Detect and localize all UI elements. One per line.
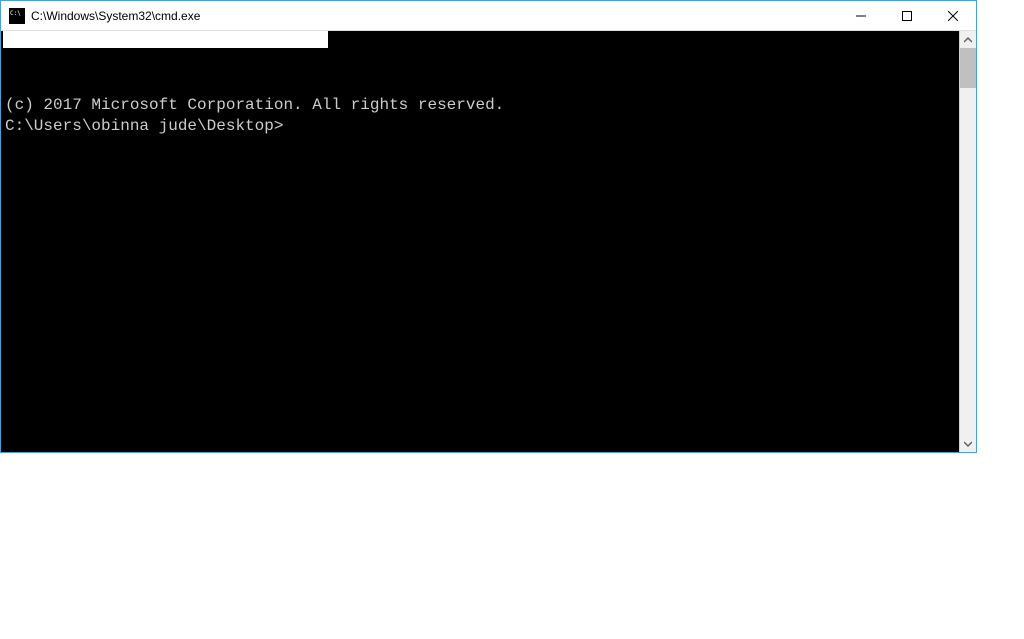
terminal[interactable]: (c) 2017 Microsoft Corporation. All righ…: [1, 31, 959, 452]
window-title: C:\Windows\System32\cmd.exe: [31, 9, 838, 23]
maximize-button[interactable]: [884, 1, 930, 30]
terminal-copyright: (c) 2017 Microsoft Corporation. All righ…: [5, 95, 955, 116]
cmd-icon: [9, 8, 25, 24]
maximize-icon: [902, 11, 912, 21]
redaction-overlay: [3, 31, 328, 48]
terminal-area: (c) 2017 Microsoft Corporation. All righ…: [1, 31, 976, 452]
scrollbar-vertical[interactable]: [959, 31, 976, 452]
minimize-button[interactable]: [838, 1, 884, 30]
terminal-prompt: C:\Users\obinna jude\Desktop>: [5, 116, 955, 137]
chevron-up-icon: [964, 36, 972, 44]
titlebar[interactable]: C:\Windows\System32\cmd.exe: [1, 1, 976, 31]
scrollbar-down-button[interactable]: [960, 435, 976, 452]
scrollbar-up-button[interactable]: [960, 31, 976, 48]
chevron-down-icon: [964, 440, 972, 448]
scrollbar-thumb[interactable]: [960, 48, 976, 88]
cmd-window: C:\Windows\System32\cmd.exe: [0, 0, 977, 453]
scrollbar-track[interactable]: [960, 48, 976, 435]
window-controls: [838, 1, 976, 30]
close-button[interactable]: [930, 1, 976, 30]
minimize-icon: [856, 11, 866, 21]
close-icon: [948, 11, 958, 21]
